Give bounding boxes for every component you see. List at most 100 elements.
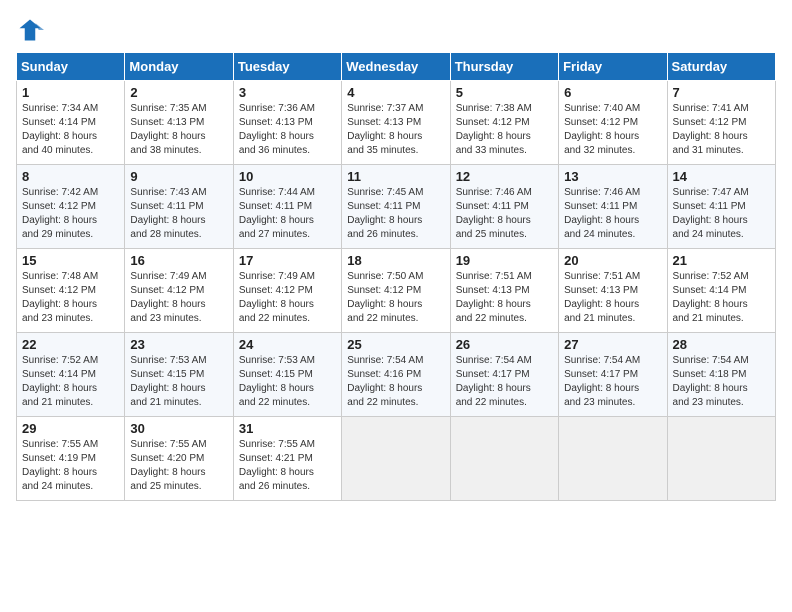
calendar-cell: 2Sunrise: 7:35 AM Sunset: 4:13 PM Daylig… — [125, 81, 233, 165]
cell-info: Sunrise: 7:54 AM Sunset: 4:16 PM Dayligh… — [347, 354, 444, 410]
calendar-cell: 12Sunrise: 7:46 AM Sunset: 4:11 PM Dayli… — [450, 165, 558, 249]
cell-info: Sunrise: 7:54 AM Sunset: 4:17 PM Dayligh… — [564, 354, 661, 410]
day-number: 16 — [130, 253, 227, 268]
calendar-table: SundayMondayTuesdayWednesdayThursdayFrid… — [16, 52, 776, 501]
day-number: 1 — [22, 85, 119, 100]
day-number: 31 — [239, 421, 336, 436]
day-number: 5 — [456, 85, 553, 100]
calendar-cell: 8 Sunrise: 7:42 AM Sunset: 4:12 PM Daylig… — [17, 165, 125, 249]
cell-info: Sunrise: 7:52 AM Sunset: 4:14 PM Dayligh… — [673, 270, 770, 326]
day-number: 7 — [673, 85, 770, 100]
calendar-cell: 26 Sunrise: 7:54 AM Sunset: 4:17 PM Dayli… — [450, 333, 558, 417]
cell-info: Sunrise: 7:38 AM Sunset: 4:12 PM Dayligh… — [456, 102, 553, 158]
day-number: 14 — [673, 169, 770, 184]
cell-info: Sunrise: 7:53 AM Sunset: 4:15 PM Dayligh… — [130, 354, 227, 410]
calendar-cell: 28Sunrise: 7:54 AM Sunset: 4:18 PM Dayli… — [667, 333, 775, 417]
cell-info: Sunrise: 7:46 AM Sunset: 4:11 PM Dayligh… — [456, 186, 553, 242]
day-number: 30 — [130, 421, 227, 436]
calendar-header-row: SundayMondayTuesdayWednesdayThursdayFrid… — [17, 53, 776, 81]
day-header-monday: Monday — [125, 53, 233, 81]
day-number: 23 — [130, 337, 227, 352]
day-number: 28 — [673, 337, 770, 352]
calendar-cell — [559, 417, 667, 501]
cell-info: Sunrise: 7:44 AM Sunset: 4:11 PM Dayligh… — [239, 186, 336, 242]
cell-info: Sunrise: 7:49 AM Sunset: 4:12 PM Dayligh… — [130, 270, 227, 326]
day-header-saturday: Saturday — [667, 53, 775, 81]
calendar-cell — [667, 417, 775, 501]
calendar-cell: 15 Sunrise: 7:48 AM Sunset: 4:12 PM Dayli… — [17, 249, 125, 333]
day-number: 8 — [22, 169, 119, 184]
calendar-cell: 4 Sunrise: 7:37 AM Sunset: 4:13 PM Daylig… — [342, 81, 450, 165]
cell-info: Sunrise: 7:48 AM Sunset: 4:12 PM Dayligh… — [22, 270, 119, 326]
calendar-cell: 27 Sunrise: 7:54 AM Sunset: 4:17 PM Dayli… — [559, 333, 667, 417]
day-number: 17 — [239, 253, 336, 268]
calendar-cell — [450, 417, 558, 501]
day-number: 15 — [22, 253, 119, 268]
day-number: 18 — [347, 253, 444, 268]
day-number: 22 — [22, 337, 119, 352]
cell-info: Sunrise: 7:34 AM Sunset: 4:14 PM Dayligh… — [22, 102, 119, 158]
day-header-thursday: Thursday — [450, 53, 558, 81]
calendar-cell: 31 Sunrise: 7:55 AM Sunset: 4:21 PM Dayli… — [233, 417, 341, 501]
calendar-cell — [342, 417, 450, 501]
cell-info: Sunrise: 7:55 AM Sunset: 4:19 PM Dayligh… — [22, 438, 119, 494]
cell-info: Sunrise: 7:53 AM Sunset: 4:15 PM Dayligh… — [239, 354, 336, 410]
day-number: 27 — [564, 337, 661, 352]
day-header-tuesday: Tuesday — [233, 53, 341, 81]
calendar-cell: 25 Sunrise: 7:54 AM Sunset: 4:16 PM Dayli… — [342, 333, 450, 417]
calendar-cell: 21Sunrise: 7:52 AM Sunset: 4:14 PM Dayli… — [667, 249, 775, 333]
cell-info: Sunrise: 7:36 AM Sunset: 4:13 PM Dayligh… — [239, 102, 336, 158]
calendar-cell: 23 Sunrise: 7:53 AM Sunset: 4:15 PM Dayli… — [125, 333, 233, 417]
day-number: 4 — [347, 85, 444, 100]
calendar-cell: 3Sunrise: 7:36 AM Sunset: 4:13 PM Daylig… — [233, 81, 341, 165]
day-number: 6 — [564, 85, 661, 100]
calendar-cell: 20 Sunrise: 7:51 AM Sunset: 4:13 PM Dayli… — [559, 249, 667, 333]
cell-info: Sunrise: 7:47 AM Sunset: 4:11 PM Dayligh… — [673, 186, 770, 242]
day-number: 26 — [456, 337, 553, 352]
day-number: 2 — [130, 85, 227, 100]
calendar-week-1: 1 Sunrise: 7:34 AM Sunset: 4:14 PM Daylig… — [17, 81, 776, 165]
cell-info: Sunrise: 7:43 AM Sunset: 4:11 PM Dayligh… — [130, 186, 227, 242]
cell-info: Sunrise: 7:37 AM Sunset: 4:13 PM Dayligh… — [347, 102, 444, 158]
day-header-wednesday: Wednesday — [342, 53, 450, 81]
calendar-cell: 24 Sunrise: 7:53 AM Sunset: 4:15 PM Dayli… — [233, 333, 341, 417]
calendar-week-5: 29Sunrise: 7:55 AM Sunset: 4:19 PM Dayli… — [17, 417, 776, 501]
day-number: 13 — [564, 169, 661, 184]
cell-info: Sunrise: 7:51 AM Sunset: 4:13 PM Dayligh… — [564, 270, 661, 326]
calendar-week-3: 15 Sunrise: 7:48 AM Sunset: 4:12 PM Dayli… — [17, 249, 776, 333]
cell-info: Sunrise: 7:41 AM Sunset: 4:12 PM Dayligh… — [673, 102, 770, 158]
day-number: 24 — [239, 337, 336, 352]
day-number: 25 — [347, 337, 444, 352]
logo — [16, 16, 48, 44]
calendar-cell: 10 Sunrise: 7:44 AM Sunset: 4:11 PM Dayli… — [233, 165, 341, 249]
calendar-week-4: 22 Sunrise: 7:52 AM Sunset: 4:14 PM Dayli… — [17, 333, 776, 417]
calendar-cell: 30 Sunrise: 7:55 AM Sunset: 4:20 PM Dayli… — [125, 417, 233, 501]
cell-info: Sunrise: 7:42 AM Sunset: 4:12 PM Dayligh… — [22, 186, 119, 242]
cell-info: Sunrise: 7:49 AM Sunset: 4:12 PM Dayligh… — [239, 270, 336, 326]
cell-info: Sunrise: 7:46 AM Sunset: 4:11 PM Dayligh… — [564, 186, 661, 242]
page-header — [16, 16, 776, 44]
day-number: 10 — [239, 169, 336, 184]
cell-info: Sunrise: 7:45 AM Sunset: 4:11 PM Dayligh… — [347, 186, 444, 242]
calendar-cell: 17 Sunrise: 7:49 AM Sunset: 4:12 PM Dayli… — [233, 249, 341, 333]
cell-info: Sunrise: 7:55 AM Sunset: 4:20 PM Dayligh… — [130, 438, 227, 494]
logo-icon — [16, 16, 44, 44]
cell-info: Sunrise: 7:52 AM Sunset: 4:14 PM Dayligh… — [22, 354, 119, 410]
day-header-sunday: Sunday — [17, 53, 125, 81]
calendar-cell: 22 Sunrise: 7:52 AM Sunset: 4:14 PM Dayli… — [17, 333, 125, 417]
cell-info: Sunrise: 7:50 AM Sunset: 4:12 PM Dayligh… — [347, 270, 444, 326]
cell-info: Sunrise: 7:55 AM Sunset: 4:21 PM Dayligh… — [239, 438, 336, 494]
calendar-cell: 9 Sunrise: 7:43 AM Sunset: 4:11 PM Daylig… — [125, 165, 233, 249]
calendar-cell: 13 Sunrise: 7:46 AM Sunset: 4:11 PM Dayli… — [559, 165, 667, 249]
day-number: 9 — [130, 169, 227, 184]
day-header-friday: Friday — [559, 53, 667, 81]
calendar-cell: 19 Sunrise: 7:51 AM Sunset: 4:13 PM Dayli… — [450, 249, 558, 333]
day-number: 20 — [564, 253, 661, 268]
calendar-cell: 5 Sunrise: 7:38 AM Sunset: 4:12 PM Daylig… — [450, 81, 558, 165]
cell-info: Sunrise: 7:51 AM Sunset: 4:13 PM Dayligh… — [456, 270, 553, 326]
calendar-body: 1 Sunrise: 7:34 AM Sunset: 4:14 PM Daylig… — [17, 81, 776, 501]
day-number: 19 — [456, 253, 553, 268]
calendar-cell: 29Sunrise: 7:55 AM Sunset: 4:19 PM Dayli… — [17, 417, 125, 501]
cell-info: Sunrise: 7:54 AM Sunset: 4:17 PM Dayligh… — [456, 354, 553, 410]
calendar-cell: 14 Sunrise: 7:47 AM Sunset: 4:11 PM Dayli… — [667, 165, 775, 249]
